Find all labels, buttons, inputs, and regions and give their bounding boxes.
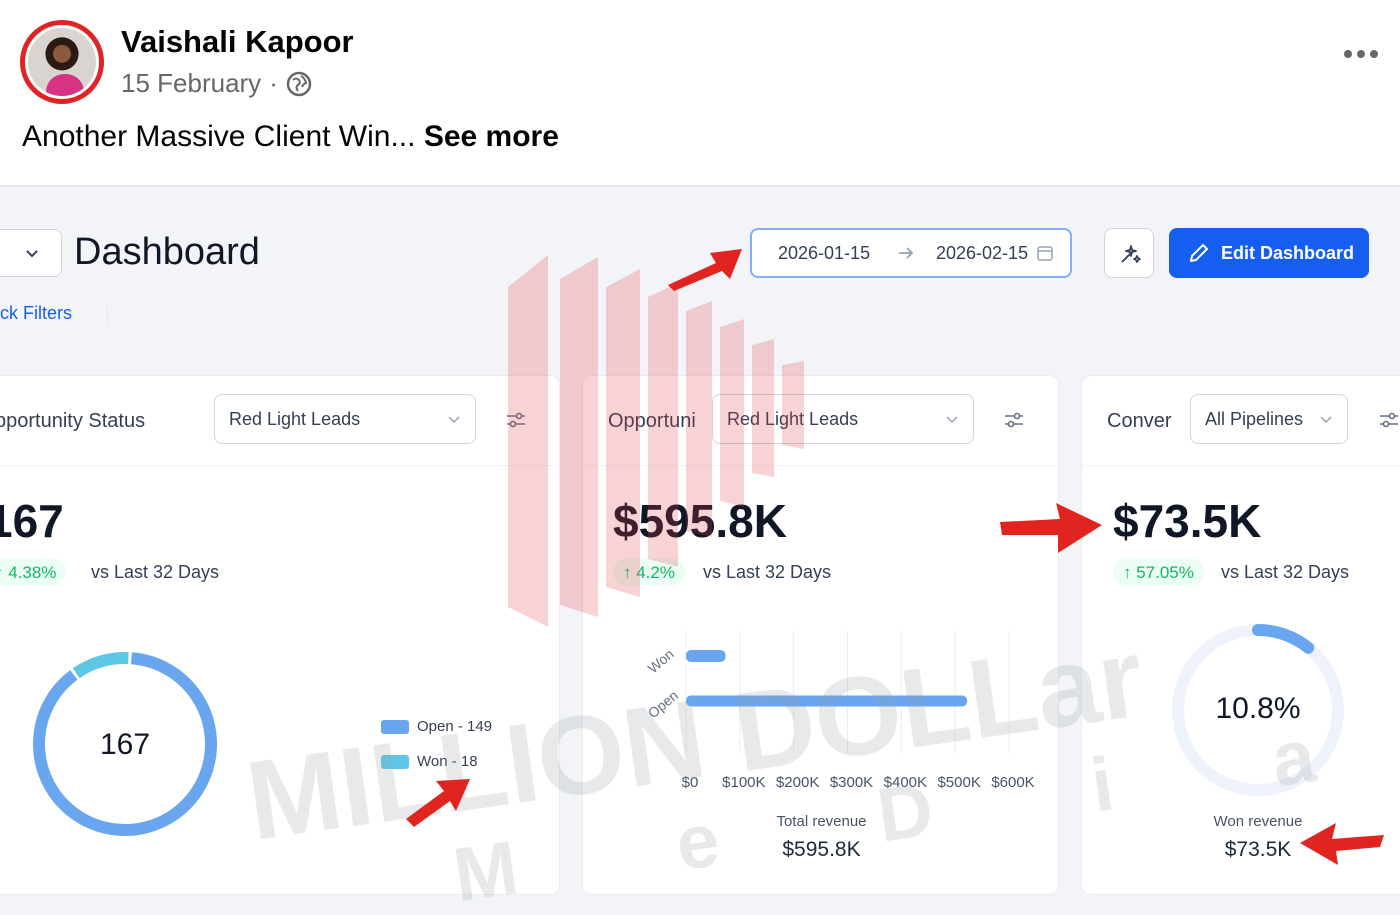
x-tick-label: $300K (829, 774, 874, 791)
edit-dashboard-label: Edit Dashboard (1221, 242, 1355, 263)
chevron-down-icon (946, 416, 958, 424)
card-header: Conver All Pipelines (1082, 376, 1400, 466)
pipeline-select[interactable]: All Pipelines (1190, 394, 1348, 444)
author-name[interactable]: Vaishali Kapoor (121, 24, 354, 60)
bar-label: Open (645, 687, 682, 721)
date-range-picker[interactable]: 2026-01-15 2026-02-15 (750, 228, 1072, 278)
ai-sparkle-button[interactable] (1104, 228, 1154, 278)
settings-sliders-icon[interactable] (506, 412, 526, 428)
comparison-text: vs Last 32 Days (703, 562, 832, 582)
chart-caption-value: $73.5K (1224, 838, 1292, 861)
chart-caption: Won revenue (1213, 813, 1303, 830)
post-header: Vaishali Kapoor 15 February · Another Ma… (0, 0, 1400, 185)
pencil-icon (1190, 244, 1208, 262)
donut-slice-won[interactable] (72, 652, 129, 679)
gauge-arc-won[interactable] (1252, 624, 1315, 654)
red-arrow-icon (668, 249, 742, 291)
select-value: Red Light Leads (727, 409, 859, 429)
delta-badge: ↑ 4.38% (0, 558, 67, 586)
post-date[interactable]: 15 February (121, 68, 261, 99)
meta-separator: · (269, 68, 278, 98)
dashboard-switcher[interactable] (0, 229, 62, 277)
globe-icon (286, 71, 312, 96)
x-tick-label: $600K (991, 774, 1035, 791)
arrow-right-icon (899, 247, 914, 259)
donut-center-value: 167 (99, 728, 151, 761)
date-start: 2026-01-15 (778, 243, 871, 263)
gauge-value: 10.8% (1215, 692, 1301, 725)
metric-value: $595.8K (613, 495, 787, 547)
card-header: pportunity Status Red Light Leads (0, 376, 559, 466)
page-title: Dashboard (74, 231, 260, 273)
post-meta: 15 February · (121, 68, 312, 99)
bar-open[interactable] (686, 695, 968, 707)
calendar-icon (1037, 246, 1053, 261)
bar-label: Won (645, 646, 677, 677)
comparison-text: vs Last 32 Days (91, 562, 220, 582)
settings-sliders-icon[interactable] (1379, 412, 1399, 428)
date-end: 2026-02-15 (936, 243, 1029, 263)
chart-caption: Total revenue (776, 813, 867, 830)
x-tick-label: $0 (681, 774, 699, 791)
opportunity-value-card: Opportuni Red Light Leads $595.8K ↑ 4.2%… (582, 375, 1059, 895)
select-value: All Pipelines (1205, 409, 1304, 429)
comparison-text: vs Last 32 Days (1221, 562, 1350, 582)
opportunity-value-bar-chart: Won Open (645, 631, 1010, 753)
x-tick-label: $200K (775, 774, 820, 791)
x-tick-label: $400K (883, 774, 928, 791)
select-value: Red Light Leads (229, 409, 361, 429)
dashboard-screenshot: Dashboard uick Filters 2026-01-15 2026-0… (0, 185, 1400, 915)
more-options-icon[interactable] (1344, 50, 1378, 58)
x-tick-label: $500K (937, 774, 981, 791)
chevron-down-icon (448, 416, 460, 424)
quick-filters-link[interactable]: uick Filters (0, 303, 72, 324)
opportunity-status-card: pportunity Status Red Light Leads 167 ↑ … (0, 375, 560, 895)
card-title: Opportuni (608, 410, 696, 432)
legend-item-won: Won - 18 (381, 753, 478, 770)
chevron-down-icon (1320, 416, 1332, 424)
delta-badge: ↑ 4.2% (613, 558, 685, 586)
edit-dashboard-button[interactable]: Edit Dashboard (1169, 228, 1369, 278)
x-tick-label: $100K (722, 774, 766, 791)
metric-value: $73.5K (1113, 495, 1262, 547)
metric-value: 167 (0, 495, 64, 547)
legend-swatch (381, 754, 409, 769)
legend-swatch (381, 719, 409, 734)
card-header: Opportuni Red Light Leads (583, 376, 1058, 466)
divider (107, 305, 108, 325)
conversion-card: Conver All Pipelines $73.5K ↑ 57.05% vs … (1081, 375, 1400, 895)
author-avatar[interactable] (20, 20, 104, 104)
legend-label: Won - 18 (417, 753, 478, 770)
post-text: Another Massive Client Win... See more (22, 120, 559, 154)
chevron-down-icon (26, 250, 38, 258)
pipeline-select[interactable]: Red Light Leads (712, 394, 974, 444)
delta-badge: ↑ 57.05% (1113, 558, 1204, 586)
card-title: Conver (1107, 410, 1172, 432)
card-title: pportunity Status (0, 410, 146, 432)
post-body: Another Massive Client Win... (22, 120, 416, 153)
sparkle-icon (1121, 245, 1141, 263)
see-more-link[interactable]: See more (424, 120, 559, 153)
chart-caption-value: $595.8K (782, 838, 861, 861)
bar-won[interactable] (686, 650, 726, 662)
pipeline-select[interactable]: Red Light Leads (214, 394, 476, 444)
legend-item-open: Open - 149 (381, 718, 492, 735)
settings-sliders-icon[interactable] (1004, 412, 1024, 428)
legend-label: Open - 149 (417, 718, 493, 735)
